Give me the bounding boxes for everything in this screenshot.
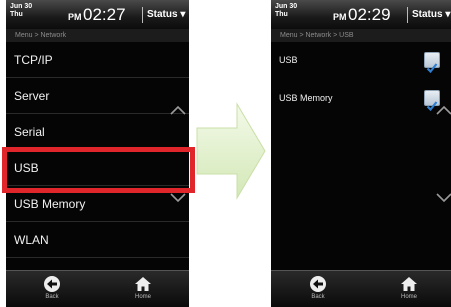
caret-down-icon: ▾ xyxy=(445,9,451,20)
menu-item-server[interactable]: Server xyxy=(6,78,189,114)
menu-item-wlan[interactable]: WLAN xyxy=(6,222,189,258)
status-bar: Jun 30 Thu PM 02:29 Status ▾ xyxy=(271,0,451,29)
usb-checkbox[interactable] xyxy=(424,52,440,74)
date-display: Jun 30 Thu xyxy=(10,3,32,19)
divider xyxy=(142,7,143,23)
back-label: Back xyxy=(45,294,59,300)
scroll-up-icon[interactable] xyxy=(435,104,451,116)
checkmark-icon xyxy=(426,63,438,74)
home-button[interactable]: Home xyxy=(391,275,427,300)
usb-settings-list: USB USB Memory xyxy=(271,41,451,117)
clock: 02:29 xyxy=(348,5,391,24)
date-day: Jun 30 xyxy=(275,3,298,10)
ampm-label: PM xyxy=(68,12,82,22)
setting-row-usb[interactable]: USB xyxy=(271,41,451,79)
back-button[interactable]: Back xyxy=(34,275,70,300)
menu-item-serial[interactable]: Serial xyxy=(6,114,189,150)
back-arrow-icon xyxy=(310,276,326,292)
device-screen-usb-settings: Jun 30 Thu PM 02:29 Status ▾ Menu > Netw… xyxy=(271,0,451,307)
home-button[interactable]: Home xyxy=(125,275,161,300)
date-weekday: Thu xyxy=(10,11,23,18)
caret-down-icon: ▾ xyxy=(180,9,186,20)
home-label: Home xyxy=(134,294,151,300)
scroll-down-icon[interactable] xyxy=(435,192,451,204)
date-weekday: Thu xyxy=(275,11,288,18)
clock: 02:27 xyxy=(83,5,126,24)
breadcrumb: Menu > Network xyxy=(6,29,189,42)
status-button[interactable]: Status ▾ xyxy=(412,9,450,20)
home-icon xyxy=(135,277,151,291)
back-label: Back xyxy=(311,294,325,300)
status-bar: Jun 30 Thu PM 02:27 Status ▾ xyxy=(6,0,189,29)
home-icon xyxy=(401,277,417,291)
status-button[interactable]: Status ▾ xyxy=(147,9,185,20)
highlight-box-usb xyxy=(2,147,195,193)
transition-arrow-icon xyxy=(196,102,266,200)
back-button[interactable]: Back xyxy=(300,275,336,300)
back-arrow-icon xyxy=(44,276,60,292)
scroll-up-icon[interactable] xyxy=(169,104,187,116)
status-label: Status xyxy=(147,9,178,20)
setting-label-usb-memory: USB Memory xyxy=(279,93,333,103)
scroll-down-icon[interactable] xyxy=(169,192,187,204)
home-label: Home xyxy=(400,294,417,300)
ampm-label: PM xyxy=(333,12,347,22)
bottom-nav-bar: Back Home xyxy=(6,270,189,307)
setting-row-usb-memory[interactable]: USB Memory xyxy=(271,79,451,117)
bottom-nav-bar: Back Home xyxy=(271,270,451,307)
menu-item-tcpip[interactable]: TCP/IP xyxy=(6,42,189,78)
setting-label-usb: USB xyxy=(279,55,298,65)
divider xyxy=(407,7,408,23)
status-label: Status xyxy=(412,9,443,20)
date-display: Jun 30 Thu xyxy=(275,3,297,19)
date-day: Jun 30 xyxy=(10,3,33,10)
